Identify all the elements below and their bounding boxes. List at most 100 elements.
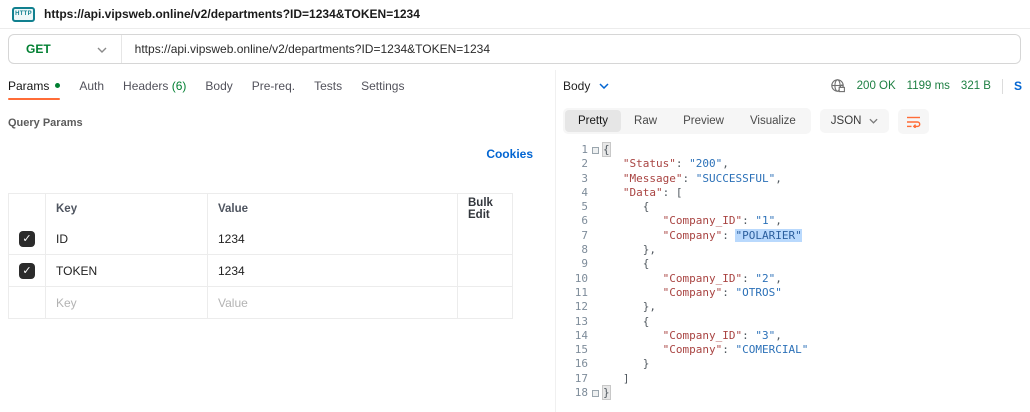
value-column-header: Value: [207, 194, 457, 223]
line-number: 17: [556, 372, 588, 386]
url-input[interactable]: https://api.vipsweb.online/v2/department…: [122, 42, 490, 56]
line-number: 6: [556, 214, 588, 228]
token-punc: ,: [775, 329, 782, 342]
checkbox-cell: ✓: [9, 223, 45, 254]
view-tab-pretty[interactable]: Pretty: [565, 110, 621, 132]
tab-headers[interactable]: Headers (6): [123, 79, 186, 93]
response-header: Body 200 OK 1199 ms: [563, 76, 1022, 96]
token-punc: : [: [663, 186, 683, 199]
tab-label: Params: [8, 79, 49, 93]
code-text: "Data": [: [603, 186, 683, 200]
view-tab-visualize[interactable]: Visualize: [737, 110, 809, 132]
token-str_sel: "POLARIER": [735, 229, 801, 242]
token-key: "Status": [623, 157, 676, 170]
postman-app-window: HTTP https://api.vipsweb.online/v2/depar…: [0, 0, 1030, 412]
view-tab-raw[interactable]: Raw: [621, 110, 670, 132]
checkbox-checked[interactable]: ✓: [19, 231, 35, 247]
code-line: 11 "Company": "OTROS": [556, 286, 1030, 300]
key-column-header: Key: [45, 194, 207, 223]
request-url-bar: GET https://api.vipsweb.online/v2/depart…: [8, 34, 1021, 64]
code-line: 14 "Company_ID": "3",: [556, 329, 1030, 343]
line-number: 11: [556, 286, 588, 300]
tab-label: Pre-req.: [252, 79, 295, 93]
token-key: "Company": [663, 343, 723, 356]
line-number: 3: [556, 172, 588, 186]
method-selector[interactable]: GET: [9, 42, 51, 56]
fold-toggle-icon[interactable]: [592, 147, 599, 154]
token-key: "Company_ID": [663, 214, 742, 227]
token-punc: {: [643, 200, 650, 213]
code-line: 10 "Company_ID": "2",: [556, 272, 1030, 286]
view-tab-preview[interactable]: Preview: [670, 110, 737, 132]
line-number: 9: [556, 257, 588, 271]
token-punc: ,: [775, 172, 782, 185]
gutter: [588, 390, 603, 397]
code-text: ]: [603, 372, 630, 386]
request-tabs: Params Auth Headers (6) Body Pre-req. Tests Se…: [8, 77, 555, 95]
line-number: 14: [556, 329, 588, 343]
save-response-button[interactable]: S: [1014, 79, 1022, 93]
line-number: 18: [556, 386, 588, 400]
response-size: 321 B: [961, 80, 991, 92]
token-punc: :: [742, 329, 755, 342]
bulk-edit-button[interactable]: Bulk Edit: [457, 194, 512, 223]
token-punc: :: [742, 214, 755, 227]
token-key: "Message": [623, 172, 683, 185]
fold-toggle-icon[interactable]: [592, 390, 599, 397]
line-number: 1: [556, 143, 588, 157]
token-punc: :: [722, 343, 735, 356]
tab-tests[interactable]: Tests: [314, 79, 342, 93]
response-body-dropdown[interactable]: Body: [563, 79, 609, 93]
checkbox-checked[interactable]: ✓: [19, 263, 35, 279]
param-value-input[interactable]: Value: [207, 287, 457, 318]
param-value-cell[interactable]: 1234: [207, 255, 457, 286]
query-params-header-row: Key Value Bulk Edit: [9, 194, 512, 223]
tab-label: Tests: [314, 79, 342, 93]
tab-params[interactable]: Params: [8, 79, 60, 93]
tab-prereq[interactable]: Pre-req.: [252, 79, 295, 93]
code-text: "Company": "COMERCIAL": [603, 343, 808, 357]
response-body-code-viewer[interactable]: 1 {2 "Status": "200",3 "Message": "SUCCES…: [556, 143, 1030, 412]
code-line: 7 "Company": "POLARIER": [556, 229, 1030, 243]
tab-auth[interactable]: Auth: [79, 79, 104, 93]
token-key: "Data": [623, 186, 663, 199]
code-text: },: [603, 300, 656, 314]
token-key: "Company_ID": [663, 329, 742, 342]
code-line: 2 "Status": "200",: [556, 157, 1030, 171]
format-label: JSON: [831, 115, 862, 127]
code-text: },: [603, 243, 656, 257]
line-number: 2: [556, 157, 588, 171]
token-punc: {: [643, 257, 650, 270]
format-dropdown[interactable]: JSON: [820, 109, 890, 133]
token-punc: :: [682, 172, 695, 185]
response-meta: 200 OK 1199 ms 321 B S: [830, 78, 1022, 94]
param-value-cell[interactable]: 1234: [207, 223, 457, 254]
token-punc: :: [676, 157, 689, 170]
checkbox-cell: ✓: [9, 255, 45, 286]
code-line: 3 "Message": "SUCCESSFUL",: [556, 172, 1030, 186]
code-line: 9 {: [556, 257, 1030, 271]
code-line: 15 "Company": "COMERCIAL": [556, 343, 1030, 357]
code-text: "Company_ID": "2",: [603, 272, 782, 286]
token-str: "OTROS": [735, 286, 781, 299]
request-tab-header[interactable]: HTTP https://api.vipsweb.online/v2/depar…: [0, 0, 1030, 29]
param-key-cell[interactable]: TOKEN: [45, 255, 207, 286]
param-key-cell[interactable]: ID: [45, 223, 207, 254]
cookies-link[interactable]: Cookies: [486, 147, 533, 161]
wrap-text-button[interactable]: [898, 109, 929, 134]
tab-count-badge: (6): [168, 79, 186, 93]
param-extra-cell: [457, 223, 512, 254]
chevron-down-icon[interactable]: [97, 47, 107, 53]
token-punc: :: [722, 229, 735, 242]
token-punc: ]: [623, 372, 630, 385]
token-str: "1": [755, 214, 775, 227]
tab-body[interactable]: Body: [205, 79, 232, 93]
line-number: 7: [556, 229, 588, 243]
code-line: 13 {: [556, 315, 1030, 329]
chevron-down-icon: [869, 118, 878, 124]
param-key-input[interactable]: Key: [45, 287, 207, 318]
line-number: 13: [556, 315, 588, 329]
code-line: 12 },: [556, 300, 1030, 314]
network-globe-lock-icon[interactable]: [830, 78, 846, 94]
tab-settings[interactable]: Settings: [361, 79, 404, 93]
